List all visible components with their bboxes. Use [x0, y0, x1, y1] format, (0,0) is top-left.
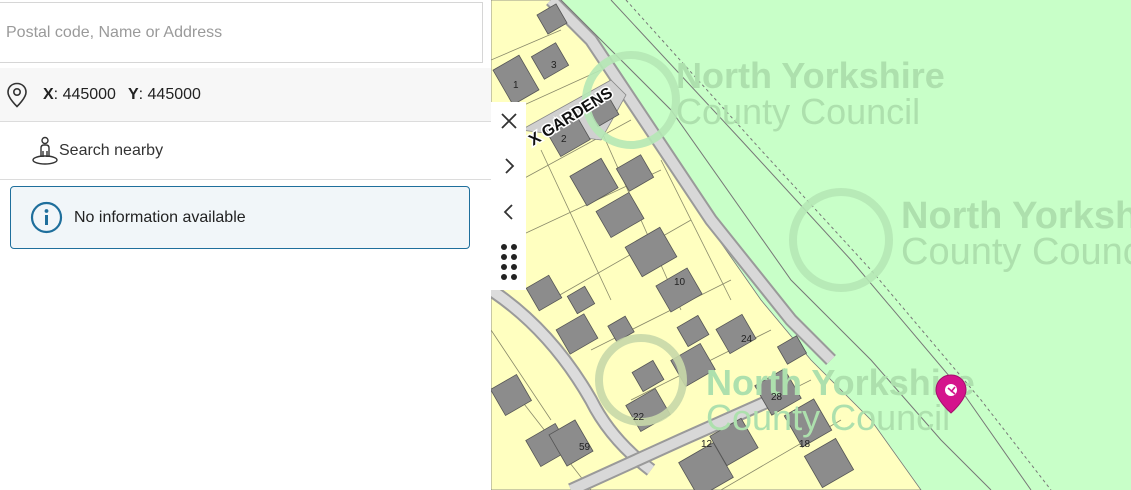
watermark-line1: North Yorkshire: [676, 55, 945, 96]
x-value: 445000: [62, 85, 116, 103]
location-pin-icon: [7, 82, 27, 108]
chevron-left-icon: [503, 204, 513, 220]
search-input[interactable]: [0, 2, 483, 63]
search-nearby-button[interactable]: Search nearby: [0, 122, 491, 180]
house-number: 12: [701, 439, 713, 450]
house-number: 28: [771, 392, 783, 403]
search-nearby-label: Search nearby: [59, 141, 164, 159]
collapse-left-button[interactable]: [491, 194, 526, 230]
side-panel: X: 445000 Y: 445000 Search nearby No inf…: [0, 0, 491, 490]
house-number: 1: [513, 80, 519, 91]
map-toolbar: [491, 102, 526, 290]
drag-handle[interactable]: [491, 240, 526, 284]
watermark-line2-lower: County Council: [706, 397, 950, 438]
close-button[interactable]: [491, 103, 526, 139]
person-nearby-icon: [32, 136, 58, 165]
expand-right-button[interactable]: [491, 148, 526, 184]
info-message: No information available: [10, 186, 470, 249]
chevron-right-icon: [504, 158, 514, 174]
house-number: 24: [741, 334, 753, 345]
watermark-line2-repeat: County Council: [901, 231, 1131, 273]
house-number: 59: [579, 442, 591, 453]
location-row: X: 445000 Y: 445000: [0, 68, 491, 122]
house-number: 10: [674, 277, 686, 288]
info-icon: [30, 201, 63, 234]
x-label: X: [43, 85, 54, 103]
watermark-line2: County Council: [676, 91, 920, 132]
drag-handle-icon: [500, 244, 517, 280]
house-number: 2: [561, 134, 567, 145]
y-coordinate: Y: 445000: [127, 85, 201, 103]
map-view[interactable]: North Yorkshire County Council North Yor…: [491, 0, 1131, 490]
x-coordinate: X: 445000: [43, 85, 116, 103]
close-icon: [500, 113, 517, 129]
info-text: No information available: [74, 208, 246, 226]
house-number: 18: [799, 439, 811, 450]
map-canvas[interactable]: North Yorkshire County Council North Yor…: [491, 0, 1131, 490]
house-number: 3: [551, 60, 557, 71]
y-label: Y: [127, 85, 139, 103]
y-value: 445000: [147, 85, 201, 103]
house-number: 22: [633, 412, 645, 423]
